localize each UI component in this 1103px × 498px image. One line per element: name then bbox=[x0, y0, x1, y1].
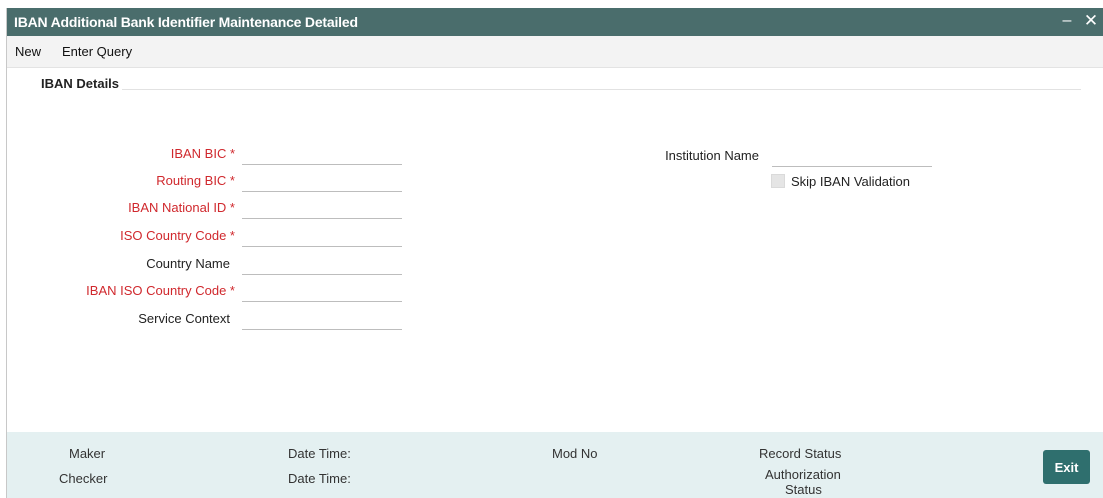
iban-national-id-label: IBAN National ID * bbox=[128, 200, 235, 215]
exit-button[interactable]: Exit bbox=[1043, 450, 1090, 484]
checker-label: Checker bbox=[59, 471, 108, 486]
menu-bar: New Enter Query bbox=[7, 36, 1103, 68]
window-title: IBAN Additional Bank Identifier Maintena… bbox=[14, 14, 358, 30]
iso-country-code-label: ISO Country Code * bbox=[120, 228, 235, 243]
iban-bic-input[interactable] bbox=[242, 144, 402, 165]
routing-bic-label: Routing BIC * bbox=[156, 173, 235, 188]
iso-country-code-input[interactable] bbox=[242, 226, 402, 247]
iban-national-id-input[interactable] bbox=[242, 198, 402, 219]
institution-name-label: Institution Name bbox=[665, 148, 759, 163]
iban-maintenance-window: IBAN Additional Bank Identifier Maintena… bbox=[6, 8, 1103, 498]
iban-iso-country-code-input[interactable] bbox=[242, 281, 402, 302]
mod-no-label: Mod No bbox=[552, 446, 598, 461]
skip-iban-validation-checkbox[interactable] bbox=[771, 174, 785, 188]
audit-footer: Maker Checker Date Time: Date Time: Mod … bbox=[7, 432, 1103, 498]
record-status-label: Record Status bbox=[759, 446, 842, 461]
authorization-status-label-line1: Authorization bbox=[765, 467, 841, 482]
menu-item-new[interactable]: New bbox=[15, 44, 41, 59]
screen-top-strip bbox=[0, 0, 1103, 8]
country-name-input[interactable] bbox=[242, 254, 402, 275]
service-context-label: Service Context bbox=[138, 311, 230, 326]
institution-name-input[interactable] bbox=[772, 146, 932, 167]
title-bar[interactable]: IBAN Additional Bank Identifier Maintena… bbox=[7, 8, 1103, 36]
routing-bic-input[interactable] bbox=[242, 171, 402, 192]
skip-iban-validation-label: Skip IBAN Validation bbox=[791, 174, 910, 189]
maker-label: Maker bbox=[69, 446, 106, 461]
service-context-input[interactable] bbox=[242, 309, 402, 330]
authorization-status-label-line2: Status bbox=[785, 482, 822, 497]
section-title-iban-details: IBAN Details bbox=[41, 76, 120, 91]
close-icon[interactable]: ✕ bbox=[1081, 11, 1101, 31]
section-divider bbox=[122, 89, 1081, 90]
minimize-icon[interactable]: – bbox=[1057, 11, 1077, 31]
iban-iso-country-code-label: IBAN ISO Country Code * bbox=[86, 283, 235, 298]
maker-date-time-label: Date Time: bbox=[288, 446, 351, 461]
iban-bic-label: IBAN BIC * bbox=[170, 146, 235, 161]
checker-date-time-label: Date Time: bbox=[288, 471, 351, 486]
country-name-label: Country Name bbox=[146, 256, 230, 271]
menu-item-enter-query[interactable]: Enter Query bbox=[62, 44, 132, 59]
